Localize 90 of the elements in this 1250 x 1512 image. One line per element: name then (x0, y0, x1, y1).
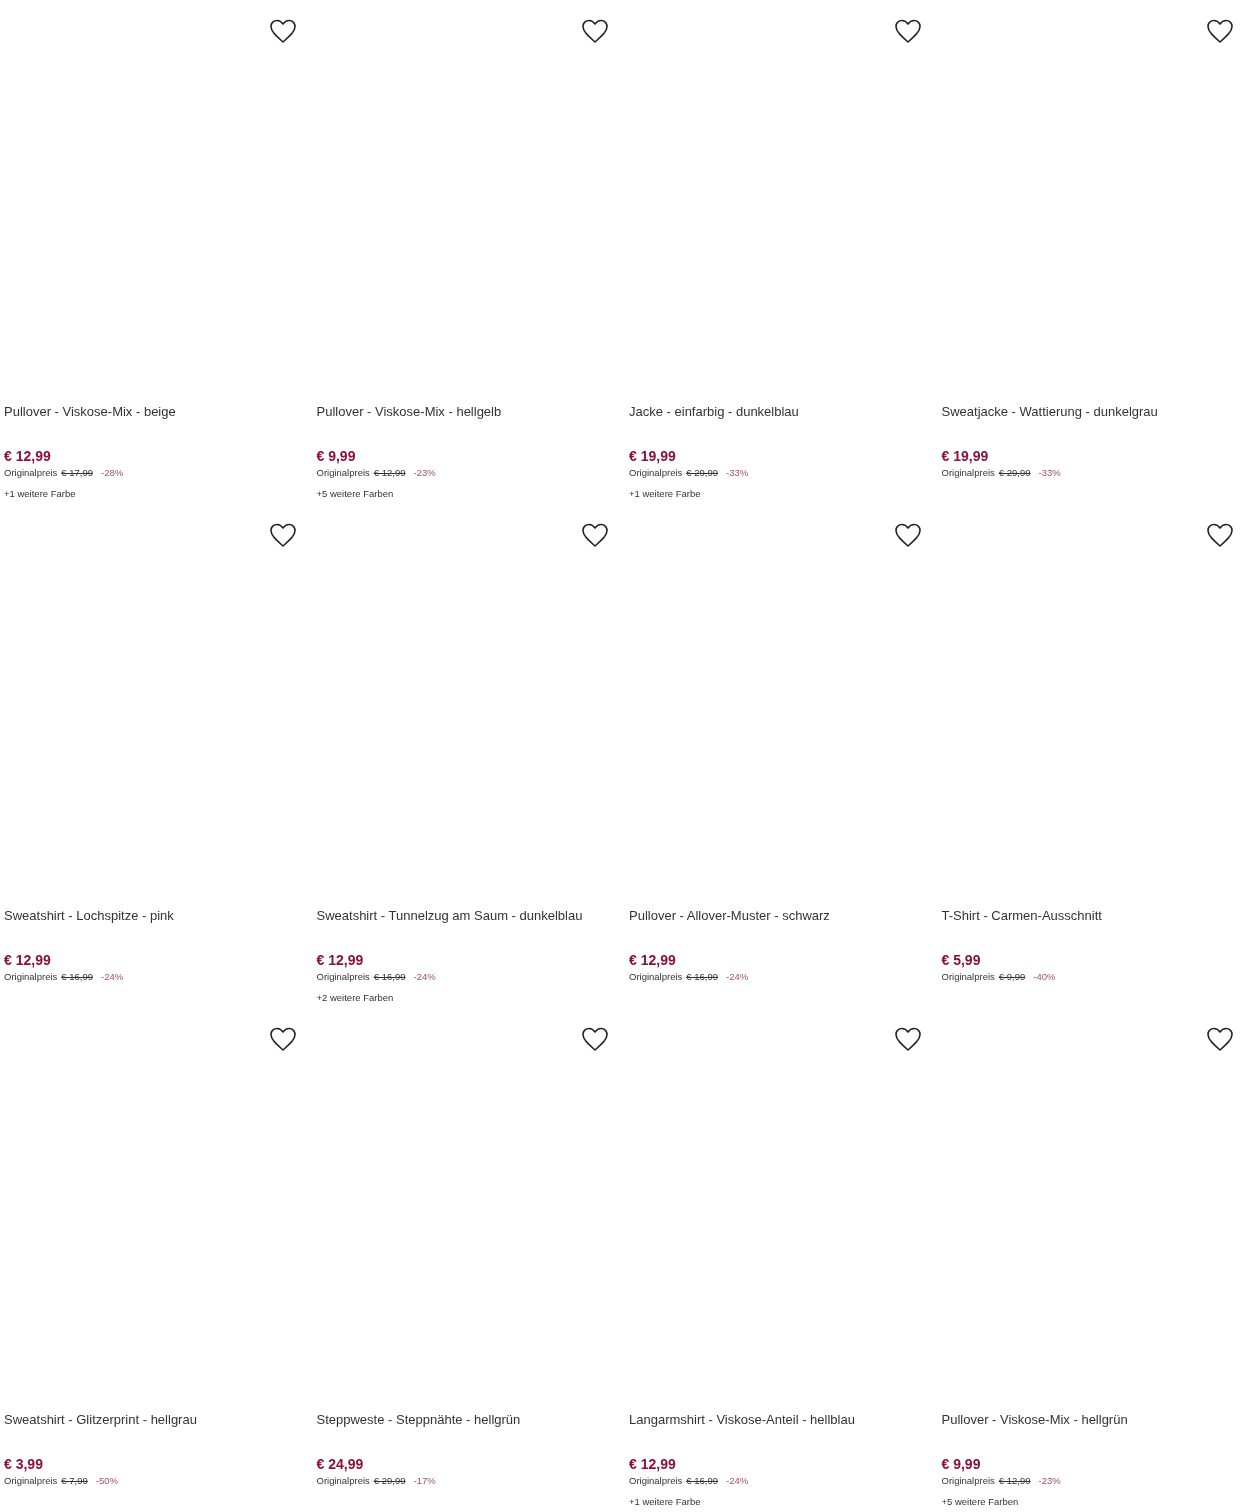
original-price: € 16,99 (61, 970, 94, 984)
original-price: € 17,99 (61, 466, 94, 480)
discount-label: -24% (101, 970, 124, 984)
favorite-button[interactable] (581, 522, 609, 550)
discount-label: -28% (101, 466, 124, 480)
original-price-label: Originalpreis (4, 1474, 58, 1488)
heart-icon (268, 522, 297, 550)
original-price-label: Originalpreis (941, 970, 995, 984)
original-price: € 16,99 (686, 1474, 719, 1488)
discount-label: -24% (413, 970, 436, 984)
product-title[interactable]: Sweatshirt - Lochspitze - pink (4, 906, 313, 926)
product-title[interactable]: Pullover - Viskose-Mix - beige (4, 402, 313, 422)
discount-label: -24% (726, 1474, 749, 1488)
favorite-button[interactable] (1206, 18, 1234, 46)
product-title[interactable]: Sweatshirt - Glitzerprint - hellgrau (4, 1410, 313, 1430)
product-title[interactable]: Langarmshirt - Viskose-Anteil - hellblau (629, 1410, 938, 1430)
original-price: € 16,99 (686, 970, 719, 984)
heart-icon (1206, 18, 1234, 46)
discount-label: -40% (1033, 970, 1056, 984)
original-price-label: Originalpreis (316, 466, 370, 480)
product-title[interactable]: Pullover - Viskose-Mix - hellgrün (941, 1410, 1250, 1430)
favorite-button[interactable] (268, 522, 297, 550)
favorite-button[interactable] (1206, 1026, 1234, 1054)
original-price-label: Originalpreis (4, 466, 58, 480)
favorite-button[interactable] (581, 18, 609, 46)
discount-label: -24% (726, 970, 749, 984)
discount-label: -33% (1038, 466, 1061, 480)
sale-price: € 9,99 (941, 1455, 982, 1473)
heart-icon (581, 522, 609, 550)
more-colors-link[interactable]: +5 weitere Farben (316, 487, 625, 501)
product-title[interactable]: Sweatshirt - Tunnelzug am Saum - dunkelblau (316, 906, 625, 926)
heart-icon (893, 18, 922, 46)
more-colors-link[interactable]: +2 weitere Farben (316, 991, 625, 1005)
favorite-button[interactable] (268, 1026, 297, 1054)
discount-label: -23% (413, 466, 436, 480)
original-price-label: Originalpreis (316, 970, 370, 984)
more-colors-link[interactable]: +1 weitere Farbe (629, 487, 938, 501)
product-title[interactable]: Pullover - Allover-Muster - schwarz (629, 906, 938, 926)
original-price: € 16,99 (373, 970, 406, 984)
more-colors-link[interactable]: +1 weitere Farbe (629, 1495, 938, 1509)
discount-label: -33% (726, 466, 749, 480)
sale-price: € 24,99 (316, 1455, 365, 1473)
product-title[interactable]: Sweatjacke - Wattierung - dunkelgrau (941, 402, 1250, 422)
sale-price: € 12,99 (629, 951, 677, 969)
favorite-button[interactable] (1206, 522, 1234, 550)
original-price: € 12,99 (373, 466, 406, 480)
favorite-button[interactable] (581, 1026, 609, 1054)
original-price-label: Originalpreis (941, 466, 995, 480)
favorite-button[interactable] (893, 1026, 922, 1054)
sale-price: € 19,99 (629, 447, 677, 465)
heart-icon (268, 18, 297, 46)
heart-icon (268, 1026, 297, 1054)
original-price: € 7,99 (61, 1474, 88, 1488)
heart-icon (581, 1026, 609, 1054)
original-price: € 29,99 (998, 466, 1031, 480)
original-price: € 29,99 (373, 1474, 406, 1488)
original-price-label: Originalpreis (316, 1474, 370, 1488)
product-title[interactable]: Steppweste - Steppnähte - hellgrün (316, 1410, 625, 1430)
sale-price: € 12,99 (4, 951, 52, 969)
favorite-button[interactable] (268, 18, 297, 46)
original-price: € 29,99 (686, 466, 719, 480)
original-price-label: Originalpreis (629, 1474, 683, 1488)
discount-label: -17% (413, 1474, 436, 1488)
original-price-label: Originalpreis (941, 1474, 995, 1488)
discount-label: -50% (95, 1474, 118, 1488)
original-price-label: Originalpreis (4, 970, 58, 984)
heart-icon (1206, 522, 1234, 550)
favorite-button[interactable] (893, 522, 922, 550)
product-title[interactable]: Jacke - einfarbig - dunkelblau (629, 402, 938, 422)
original-price-label: Originalpreis (629, 466, 683, 480)
product-title[interactable]: Pullover - Viskose-Mix - hellgelb (316, 402, 625, 422)
sale-price: € 12,99 (316, 951, 365, 969)
original-price-label: Originalpreis (629, 970, 683, 984)
more-colors-link[interactable]: +5 weitere Farben (941, 1495, 1250, 1509)
product-title[interactable]: T-Shirt - Carmen-Ausschnitt (941, 906, 1250, 926)
discount-label: -23% (1038, 1474, 1061, 1488)
sale-price: € 12,99 (4, 447, 52, 465)
original-price: € 12,99 (998, 1474, 1031, 1488)
original-price: € 9,99 (998, 970, 1026, 984)
heart-icon (893, 522, 922, 550)
sale-price: € 19,99 (941, 447, 990, 465)
heart-icon (1206, 1026, 1234, 1054)
favorite-button[interactable] (893, 18, 922, 46)
sale-price: € 12,99 (629, 1455, 677, 1473)
heart-icon (893, 1026, 922, 1054)
sale-price: € 5,99 (941, 951, 982, 969)
sale-price: € 9,99 (316, 447, 357, 465)
more-colors-link[interactable]: +1 weitere Farbe (4, 487, 313, 501)
heart-icon (581, 18, 609, 46)
sale-price: € 3,99 (4, 1455, 44, 1473)
